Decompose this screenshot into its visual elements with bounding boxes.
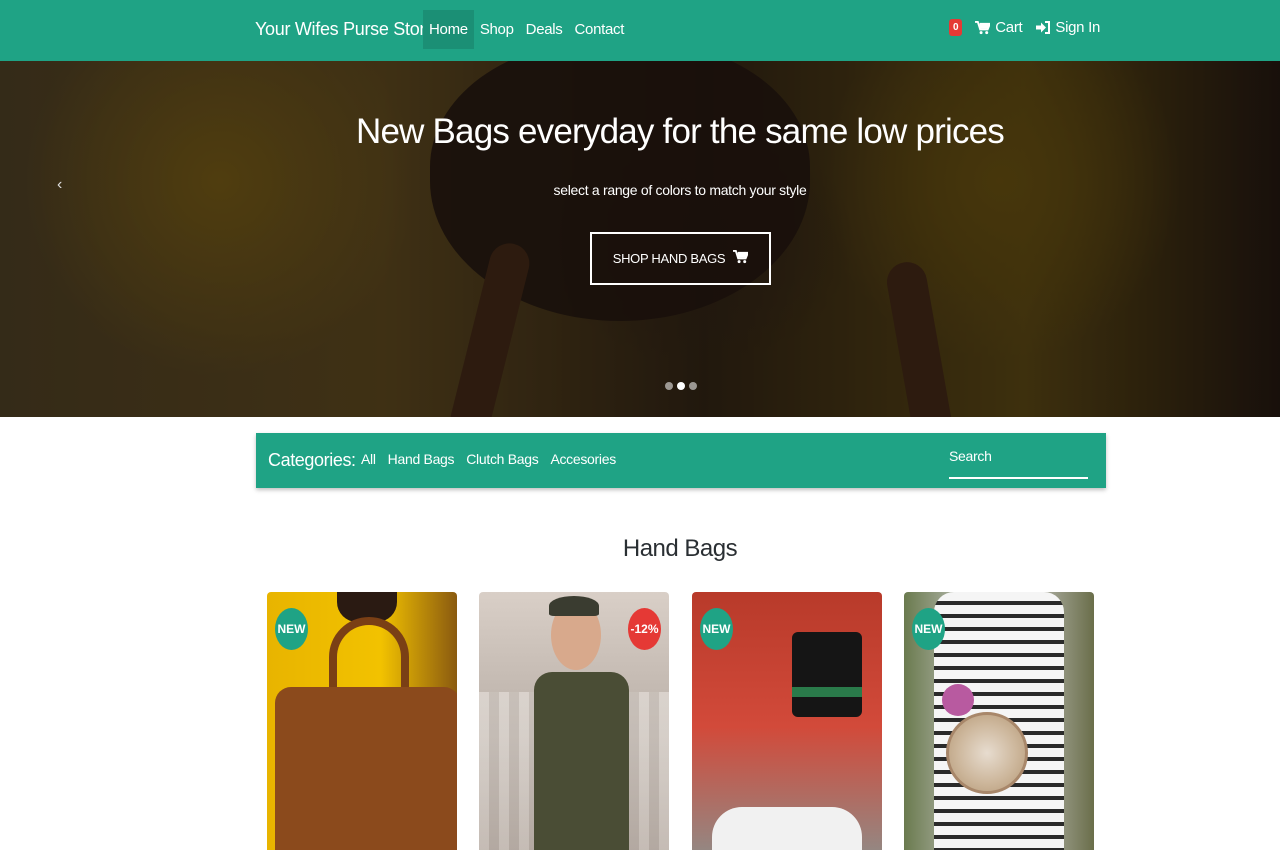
shop-hand-bags-button[interactable]: SHOP HAND BAGS (590, 232, 771, 285)
category-links: All Hand Bags Clutch Bags Accesories (361, 451, 616, 467)
product-image-model (534, 672, 629, 850)
new-badge: NEW (700, 608, 733, 650)
main-nav: Home Shop Deals Contact (423, 10, 630, 49)
product-image-bag (792, 632, 862, 717)
brand-logo[interactable]: Your Wifes Purse Store (255, 19, 435, 40)
search-input[interactable]: Search (949, 445, 1088, 479)
nav-link-home[interactable]: Home (423, 10, 474, 49)
new-badge: NEW (912, 608, 945, 650)
cart-link[interactable]: 0 Cart (948, 19, 1023, 36)
discount-badge: -12% (628, 608, 661, 650)
nav-link-shop[interactable]: Shop (474, 10, 520, 49)
nav-link-deals[interactable]: Deals (520, 10, 569, 49)
product-image-bag (275, 687, 457, 850)
product-image-stripe (792, 687, 862, 697)
shopping-cart-icon (733, 250, 750, 267)
carousel-dot-2[interactable] (677, 382, 685, 390)
category-accesories[interactable]: Accesories (550, 451, 616, 467)
cart-label: Cart (995, 19, 1023, 36)
top-navbar: Your Wifes Purse Store Home Shop Deals C… (0, 0, 1280, 61)
category-bar: Categories: All Hand Bags Clutch Bags Ac… (256, 433, 1106, 488)
nav-right-group: 0 Cart Sign In (948, 19, 1100, 36)
carousel-dot-1[interactable] (665, 382, 673, 390)
signin-label: Sign In (1055, 19, 1100, 36)
shopping-cart-icon (975, 20, 991, 35)
categories-label: Categories: (268, 450, 356, 470)
hero-title: New Bags everyday for the same low price… (355, 112, 1005, 151)
product-card[interactable]: NEW (692, 592, 882, 850)
sign-in-icon (1036, 21, 1051, 34)
carousel-dot-3[interactable] (689, 382, 697, 390)
category-hand-bags[interactable]: Hand Bags (388, 451, 455, 467)
product-image-shoe (712, 807, 862, 850)
signin-link[interactable]: Sign In (1036, 19, 1100, 36)
product-image-hat (549, 596, 599, 616)
carousel-indicators (665, 382, 697, 390)
product-image-flower (942, 684, 974, 716)
category-clutch-bags[interactable]: Clutch Bags (466, 451, 538, 467)
hero-subtitle: select a range of colors to match your s… (553, 182, 807, 198)
category-all[interactable]: All (361, 451, 376, 467)
new-badge: NEW (275, 608, 308, 650)
section-title: Hand Bags (622, 535, 738, 562)
product-card[interactable]: -12% (479, 592, 669, 850)
cart-count-badge: 0 (948, 19, 963, 36)
hero-button-label: SHOP HAND BAGS (612, 251, 726, 266)
product-card[interactable]: NEW (267, 592, 457, 850)
nav-link-contact[interactable]: Contact (569, 10, 631, 49)
product-card[interactable]: NEW (904, 592, 1094, 850)
product-image-bag (946, 712, 1028, 794)
hero-carousel: ‹ New Bags everyday for the same low pri… (0, 61, 1280, 417)
